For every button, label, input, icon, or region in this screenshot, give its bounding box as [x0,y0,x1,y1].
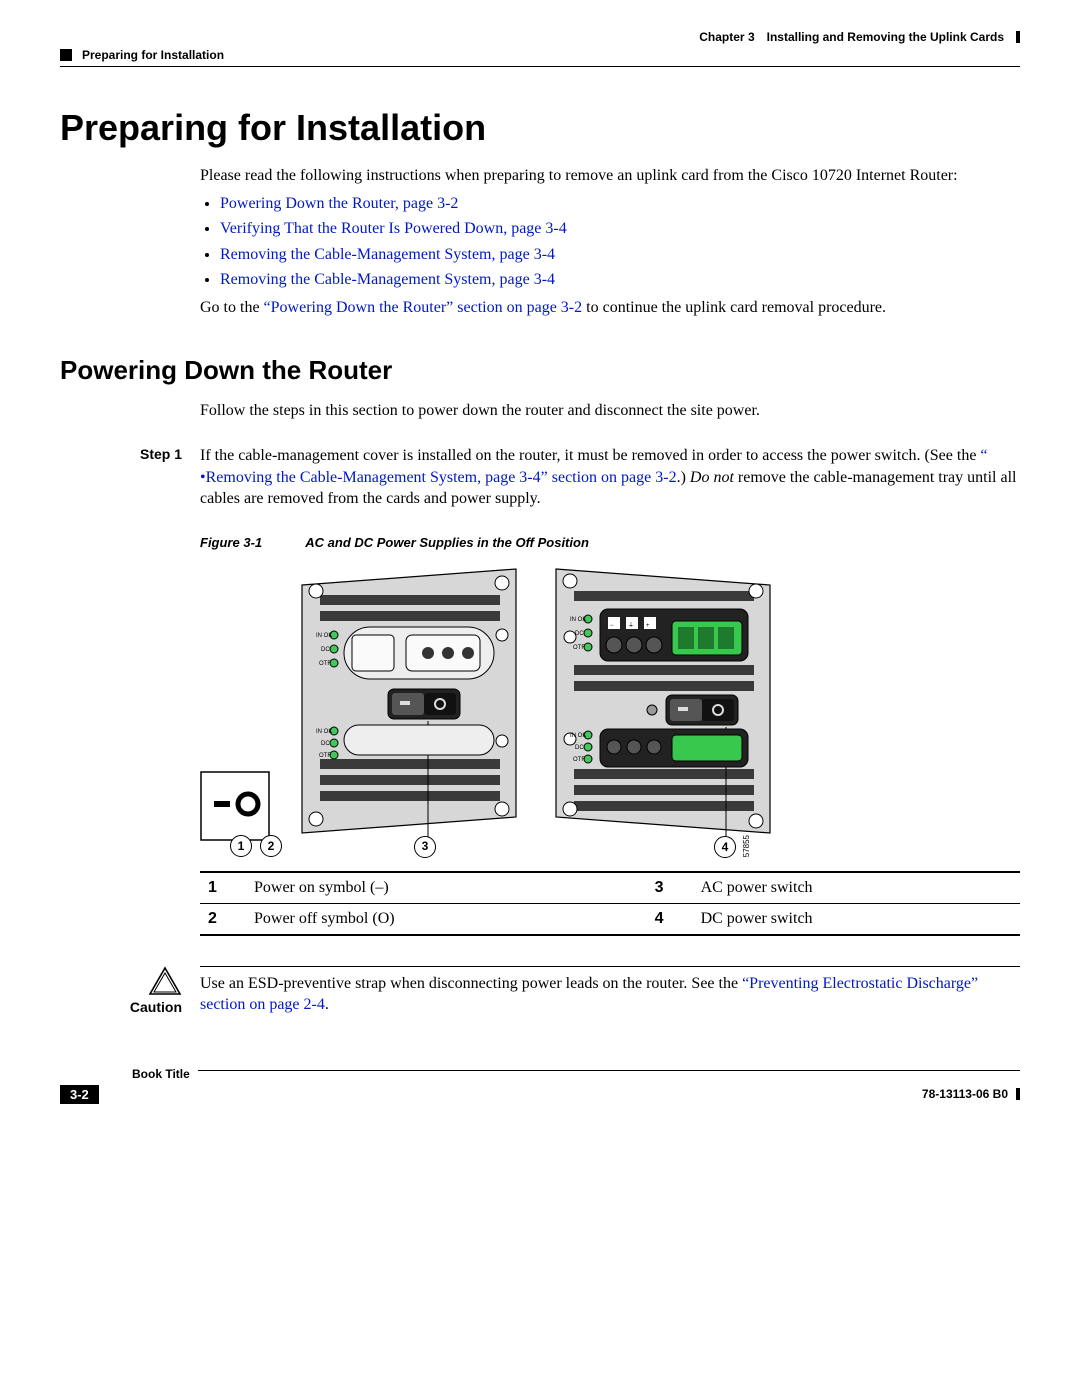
caution-label: Caution [130,998,182,1017]
page-subheader: Preparing for Installation [60,48,1020,62]
link-goto-powering[interactable]: “Powering Down the Router” section on pa… [264,299,583,316]
page-footer: Book Title 3-2 78-13113-06 B0 [60,1067,1020,1104]
section-marker-icon [60,49,72,61]
svg-text:DC: DC [321,647,330,653]
chapter-number: Chapter 3 [699,30,754,44]
svg-text:OTF: OTF [319,753,331,759]
document-page: Chapter 3 Installing and Removing the Up… [0,0,1080,1124]
section-name: Preparing for Installation [82,48,224,62]
header-end-bar-icon [1016,31,1020,43]
link-powering-down[interactable]: Powering Down the Router, page 3-2 [220,195,458,212]
svg-text:−: − [610,623,614,629]
h2-intro-text: Follow the steps in this section to powe… [200,400,1020,422]
caution-icon [148,966,182,996]
svg-text:OTF: OTF [573,645,585,651]
ac-power-supply: IN OK DC OTF [294,561,524,841]
link-list: Powering Down the Router, page 3-2 Verif… [200,193,1020,291]
figure-legend-table: 1 Power on symbol (–) 3 AC power switch … [200,871,1020,935]
intro-block: Please read the following instructions w… [200,165,1020,319]
svg-text:DC: DC [575,745,584,751]
figure-caption: Figure 3-1 AC and DC Power Supplies in t… [200,534,1020,552]
svg-text:DC: DC [321,741,330,747]
svg-text:OTF: OTF [319,661,331,667]
table-row: 1 Power on symbol (–) 3 AC power switch [200,872,1020,903]
chapter-title: Installing and Removing the Uplink Cards [767,30,1004,44]
svg-text:+: + [646,623,650,629]
header-rule [60,66,1020,67]
svg-text:DC: DC [575,631,584,637]
callout-2: 2 [260,835,282,857]
dc-power-supply: − ⏚ + IN OK DC [548,561,778,841]
heading-powering-down: Powering Down the Router [60,355,1020,386]
book-title: Book Title [132,1067,190,1081]
goto-text: Go to the “Powering Down the Router” sec… [200,297,1020,319]
footer-end-bar-icon [1016,1088,1020,1100]
svg-text:IN OK: IN OK [316,633,332,639]
doc-number: 78-13113-06 B0 [922,1087,1008,1101]
heading-preparing: Preparing for Installation [60,107,1020,149]
svg-text:⏚: ⏚ [628,622,634,629]
svg-text:IN OK: IN OK [570,733,586,739]
figure-3-1: IN OK DC OTF [200,561,1020,841]
link-verifying[interactable]: Verifying That the Router Is Powered Dow… [220,220,567,237]
link-removing-cms-2[interactable]: Removing the Cable-Management System, pa… [220,271,555,288]
svg-text:IN OK: IN OK [316,729,332,735]
callout-1: 1 [230,835,252,857]
table-row: 2 Power off symbol (O) 4 DC power switch [200,904,1020,935]
caution-block: Caution Use an ESD-preventive strap when… [60,966,1020,1017]
link-removing-cms-1[interactable]: Removing the Cable-Management System, pa… [220,246,555,263]
page-number: 3-2 [60,1085,99,1104]
power-symbol-closeup [200,771,270,841]
page-header: Chapter 3 Installing and Removing the Up… [60,30,1020,44]
callout-3: 3 [414,836,436,858]
intro-text: Please read the following instructions w… [200,165,1020,187]
step-1-label: Step 1 [60,445,200,510]
svg-text:OTF: OTF [573,757,585,763]
svg-text:IN OK: IN OK [570,617,586,623]
figure-artnum: 57855 [742,835,753,857]
step-1: Step 1 If the cable-management cover is … [60,445,1020,510]
step-1-body: If the cable-management cover is install… [200,445,1020,510]
callout-4: 4 [714,836,736,858]
